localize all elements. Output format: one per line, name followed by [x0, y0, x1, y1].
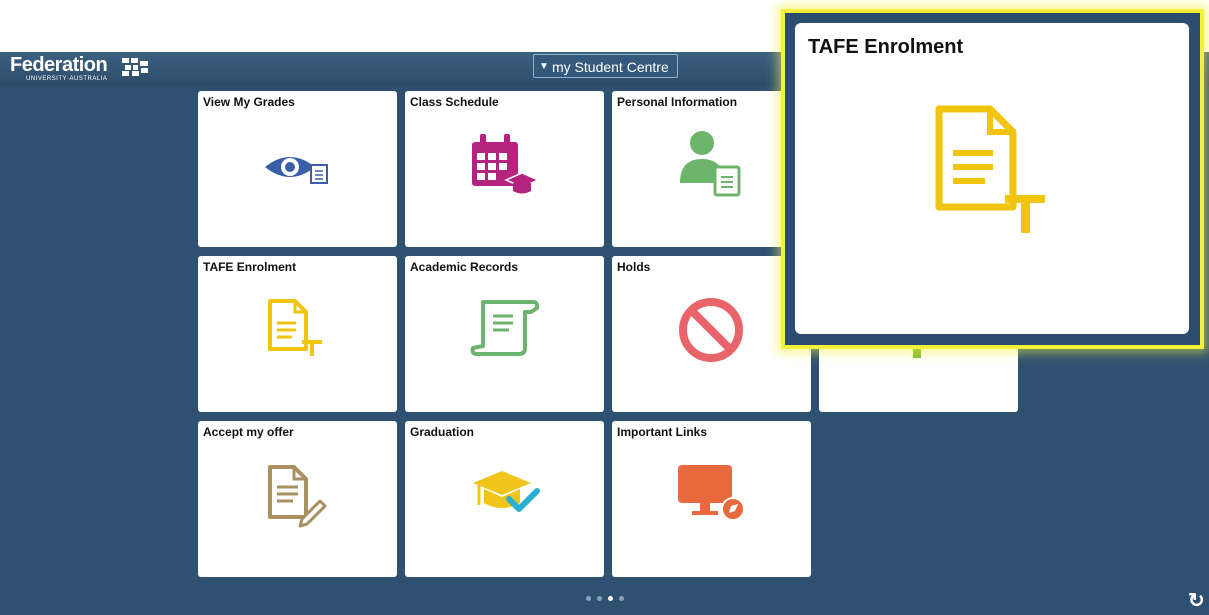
tile-important-links[interactable]: Important Links: [612, 421, 811, 577]
monitor-compass-icon: [678, 465, 745, 521]
document-pencil-icon: [268, 465, 327, 528]
page-dot-1[interactable]: [586, 596, 591, 601]
document-t-icon: [935, 105, 1045, 233]
tile-tafe-enrolment[interactable]: TAFE Enrolment: [198, 256, 397, 412]
tile-view-my-grades[interactable]: View My Grades: [198, 91, 397, 247]
tile-graduation[interactable]: Graduation: [405, 421, 604, 577]
document-t-icon: [268, 299, 322, 356]
logo-wordmark: Federation: [10, 54, 108, 76]
tile-accept-my-offer[interactable]: Accept my offer: [198, 421, 397, 577]
federation-logo[interactable]: Federation UNIVERSITY·AUSTRALIA: [10, 54, 148, 83]
dropdown-label: my Student Centre: [552, 59, 669, 75]
logo-subtitle: UNIVERSITY·AUSTRALIA: [26, 76, 108, 82]
page-dot-3-active[interactable]: [608, 596, 613, 601]
tafe-enrolment-zoom-card[interactable]: TAFE Enrolment: [795, 23, 1189, 334]
logo-mark-icon: [122, 58, 148, 76]
student-centre-dropdown[interactable]: ▼ my Student Centre: [533, 54, 678, 78]
calendar-graduation-icon: [472, 134, 540, 194]
tile-academic-records[interactable]: Academic Records: [405, 256, 604, 412]
dropdown-arrow-icon: ▼: [539, 61, 549, 72]
scroll-icon: [470, 300, 540, 356]
page-dot-2[interactable]: [597, 596, 602, 601]
eye-document-icon: [265, 157, 328, 184]
graduation-cap-check-icon: [473, 471, 540, 512]
tafe-enrolment-zoom-callout: TAFE Enrolment: [781, 9, 1204, 349]
page-dot-4[interactable]: [619, 596, 624, 601]
tile-class-schedule[interactable]: Class Schedule: [405, 91, 604, 247]
refresh-icon[interactable]: ↻: [1188, 588, 1205, 613]
page-indicator: [586, 596, 624, 602]
